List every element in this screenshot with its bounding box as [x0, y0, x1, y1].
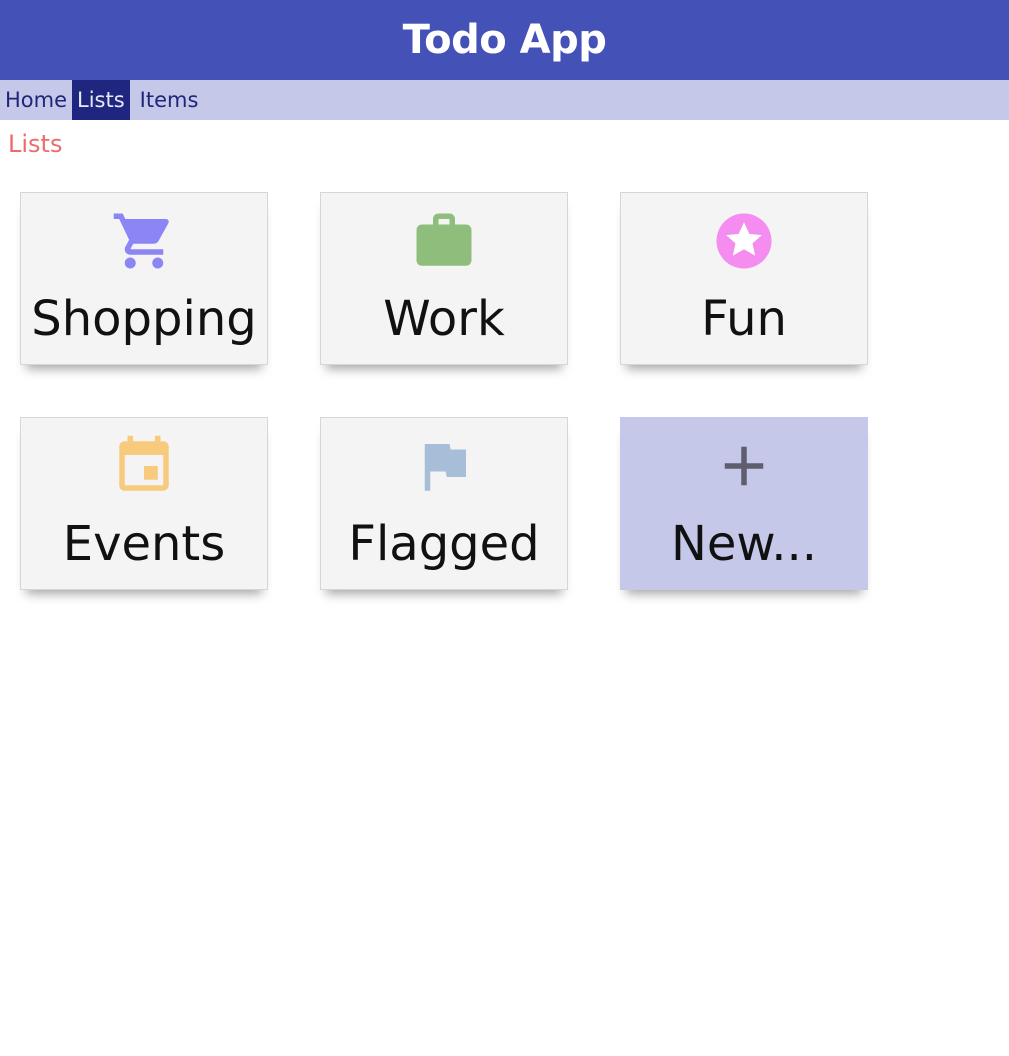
nav-item-lists[interactable]: Lists [72, 80, 130, 120]
plus-icon [621, 433, 867, 499]
app-header: Todo App [0, 0, 1009, 80]
tile-label: Fun [701, 291, 787, 347]
list-tile-work[interactable]: Work [320, 192, 568, 365]
briefcase-icon [321, 208, 567, 274]
tile-label: New... [670, 516, 818, 572]
nav-item-home[interactable]: Home [0, 80, 72, 120]
list-tile-events[interactable]: Events [20, 417, 268, 590]
shopping-cart-icon [21, 208, 267, 274]
list-tile-fun[interactable]: Fun [620, 192, 868, 365]
app-title: Todo App [402, 17, 607, 63]
nav-item-items[interactable]: Items [130, 80, 204, 120]
list-tile-flagged[interactable]: Flagged [320, 417, 568, 590]
page-title: Lists [8, 130, 63, 158]
nav-bar: Home Lists Items [0, 80, 1009, 120]
tile-label: Work [383, 291, 505, 347]
tile-label: Events [62, 516, 226, 572]
tile-label: Shopping [31, 291, 257, 347]
star-icon [621, 208, 867, 274]
list-tile-shopping[interactable]: Shopping [20, 192, 268, 365]
flag-icon [321, 433, 567, 499]
calendar-icon [21, 433, 267, 499]
new-list-button[interactable]: New... [620, 417, 868, 590]
tile-label: Flagged [348, 516, 540, 572]
